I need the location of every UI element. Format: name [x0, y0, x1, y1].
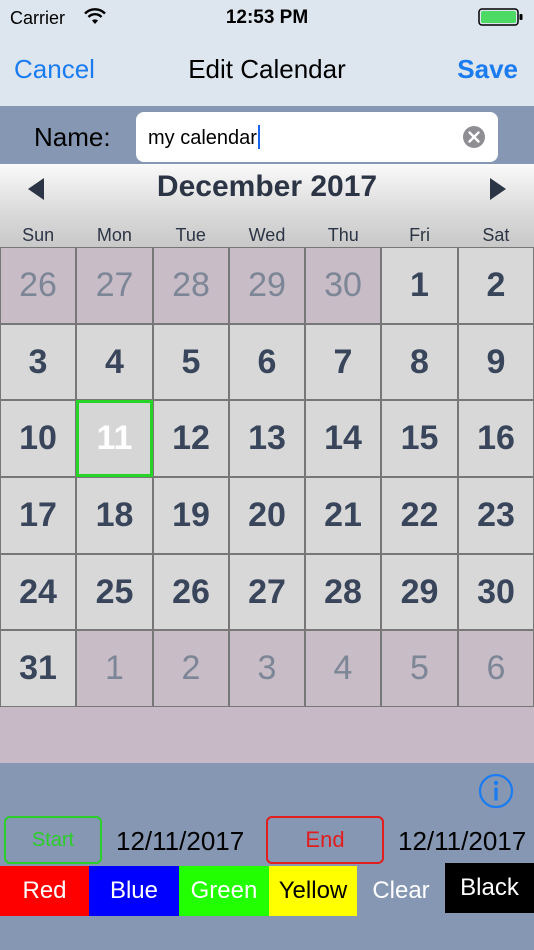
day-cell[interactable]: 1 — [381, 247, 458, 324]
day-cell[interactable]: 12 — [153, 400, 229, 477]
day-cell[interactable]: 6 — [229, 324, 305, 400]
weekday-label: Sat — [482, 225, 510, 245]
day-cell[interactable]: 30 — [458, 554, 534, 630]
color-clear-button[interactable]: Clear — [357, 866, 445, 916]
day-cell[interactable]: 9 — [458, 324, 534, 400]
day-cell[interactable]: 25 — [76, 554, 153, 630]
day-cell[interactable]: 27 — [76, 247, 153, 324]
info-icon[interactable] — [478, 773, 514, 809]
weekday-row: Sun Mon Tue Wed Thu Fri Sat — [0, 214, 534, 248]
page-title: Edit Calendar — [188, 54, 346, 84]
day-cell-selected[interactable]: 11 — [76, 400, 153, 477]
day-cell[interactable]: 29 — [229, 247, 305, 324]
day-cell[interactable]: 2 — [153, 630, 229, 707]
weekday-label: Sun — [22, 225, 55, 245]
day-cell[interactable]: 17 — [0, 477, 76, 554]
start-date-value: 12/11/2017 — [116, 826, 245, 856]
color-blue-button[interactable]: Blue — [89, 866, 179, 916]
color-black-button[interactable]: Black — [445, 863, 534, 913]
month-title: December 2017 — [156, 170, 378, 203]
day-cell[interactable]: 1 — [76, 630, 153, 707]
day-cell[interactable]: 8 — [381, 324, 458, 400]
navigation-bar: Cancel Edit Calendar Save — [0, 34, 534, 106]
day-cell[interactable]: 5 — [381, 630, 458, 707]
month-header: December 2017 — [0, 164, 534, 214]
day-cell[interactable]: 5 — [153, 324, 229, 400]
calendar-footer — [0, 707, 534, 763]
clock: 12:53 PM — [225, 7, 309, 28]
name-label: Name: — [34, 122, 111, 152]
day-cell[interactable]: 3 — [229, 630, 305, 707]
day-cell[interactable]: 30 — [305, 247, 381, 324]
day-cell[interactable]: 6 — [458, 630, 534, 707]
weekday-label: Tue — [175, 225, 206, 245]
end-date-value: 12/11/2017 — [398, 826, 527, 856]
day-cell[interactable]: 26 — [153, 554, 229, 630]
weekday-label: Fri — [409, 225, 431, 245]
day-cell[interactable]: 10 — [0, 400, 76, 477]
day-cell[interactable]: 23 — [458, 477, 534, 554]
name-input[interactable]: my calendar — [136, 112, 498, 162]
weekday-label: Thu — [327, 225, 359, 245]
day-cell[interactable]: 7 — [305, 324, 381, 400]
day-cell[interactable]: 28 — [153, 247, 229, 324]
day-cell[interactable]: 18 — [76, 477, 153, 554]
weekday-label: Wed — [248, 225, 286, 245]
day-cell[interactable]: 29 — [381, 554, 458, 630]
day-cell[interactable]: 21 — [305, 477, 381, 554]
day-cell[interactable]: 4 — [76, 324, 153, 400]
color-yellow-button[interactable]: Yellow — [269, 866, 357, 916]
day-cell[interactable]: 26 — [0, 247, 76, 324]
name-input-value: my calendar — [148, 127, 257, 149]
start-date-button[interactable]: Start — [4, 816, 102, 864]
day-cell[interactable]: 14 — [305, 400, 381, 477]
day-cell[interactable]: 3 — [0, 324, 76, 400]
weekday-label: Mon — [96, 225, 132, 245]
color-green-button[interactable]: Green — [179, 866, 269, 916]
day-cell[interactable]: 2 — [458, 247, 534, 324]
clear-text-icon[interactable] — [462, 125, 486, 149]
day-cell[interactable]: 22 — [381, 477, 458, 554]
text-cursor — [257, 125, 260, 149]
day-cell[interactable]: 15 — [381, 400, 458, 477]
day-cell[interactable]: 4 — [305, 630, 381, 707]
next-month-icon[interactable] — [484, 176, 510, 202]
day-cell[interactable]: 13 — [229, 400, 305, 477]
color-red-button[interactable]: Red — [0, 866, 89, 916]
day-cell[interactable]: 19 — [153, 477, 229, 554]
day-cell[interactable]: 31 — [0, 630, 76, 707]
calendar-grid: 26 27 28 29 30 1 2 3 4 5 6 7 8 9 10 11 12 13 14 15 16 17 18 19 2… — [0, 247, 534, 707]
day-cell[interactable]: 20 — [229, 477, 305, 554]
battery-icon — [478, 8, 523, 26]
day-cell[interactable]: 16 — [458, 400, 534, 477]
day-cell[interactable]: 28 — [305, 554, 381, 630]
day-cell[interactable]: 27 — [229, 554, 305, 630]
name-row: Name: my calendar — [0, 106, 534, 164]
day-cell[interactable]: 24 — [0, 554, 76, 630]
status-bar: Carrier 12:53 PM — [0, 0, 534, 34]
save-button[interactable]: Save — [457, 54, 518, 85]
end-date-button[interactable]: End — [266, 816, 384, 864]
